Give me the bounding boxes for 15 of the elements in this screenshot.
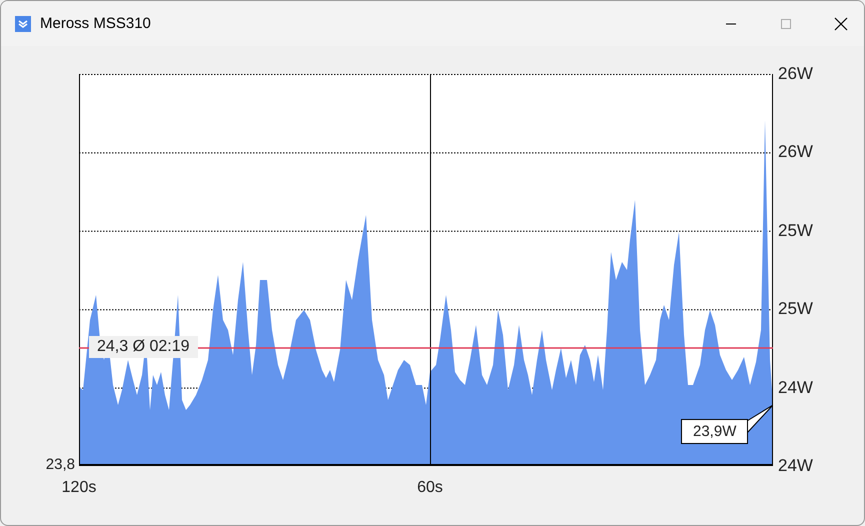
maximize-icon [780, 18, 792, 30]
close-icon [834, 16, 848, 30]
minimum-label: 23,8 [46, 456, 75, 473]
y-axis-label: 26W [778, 63, 813, 85]
y-axis-label: 25W [778, 220, 813, 242]
average-label: 24,3 Ø 02:19 [89, 336, 198, 358]
x-axis-label: 60s [417, 479, 443, 497]
window-title: Meross MSS310 [40, 15, 151, 32]
y-axis-label: 24W [778, 454, 813, 477]
x-axis-label: 120s [62, 479, 96, 497]
y-axis-label: 24W [778, 376, 813, 399]
callout-pointer [746, 404, 773, 434]
y-axis-label: 26W [778, 141, 813, 164]
y-axis-label: 25W [778, 298, 813, 320]
app-icon [15, 16, 31, 32]
